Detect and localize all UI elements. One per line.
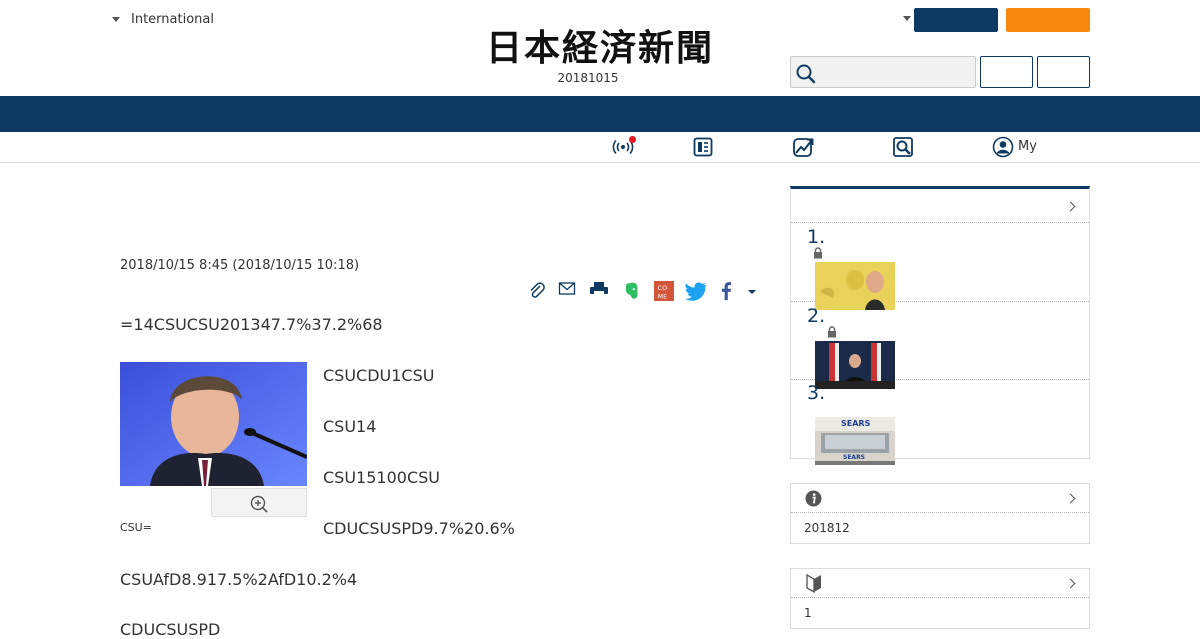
photo-caption: CSU= xyxy=(120,521,152,534)
site-logo[interactable]: 日本経済新聞 xyxy=(452,28,748,68)
ranking-item[interactable]: 2. xyxy=(791,302,1089,389)
twitter-icon[interactable] xyxy=(685,281,707,301)
search-icon[interactable] xyxy=(892,136,914,158)
chevron-right-icon xyxy=(1065,493,1076,504)
zoom-in-icon xyxy=(250,495,268,513)
comemo-icon[interactable]: CO ME xyxy=(653,281,675,301)
ranking-header[interactable] xyxy=(791,189,1089,223)
article-paragraph: CSU14 xyxy=(323,417,377,436)
article-paragraph: CSUAfD8.917.5%2AfD10.2%4 xyxy=(120,570,358,589)
live-indicator-dot xyxy=(629,136,636,143)
ranking-item[interactable]: 3. SEARS SEARS xyxy=(791,380,1089,465)
evernote-icon[interactable] xyxy=(622,281,642,301)
user-icon[interactable] xyxy=(992,136,1014,158)
photo-zoom-button[interactable] xyxy=(211,488,307,517)
chevron-right-icon xyxy=(1065,201,1076,212)
ranking-number: 1. xyxy=(807,226,826,248)
svg-text:SEARS: SEARS xyxy=(841,419,871,428)
login-button[interactable] xyxy=(914,8,998,32)
beginner-mark-icon xyxy=(806,574,821,593)
edition-label: International xyxy=(131,12,214,27)
svg-text:ME: ME xyxy=(658,293,668,300)
header-button-2[interactable] xyxy=(1037,56,1090,88)
print-icon[interactable] xyxy=(589,281,609,301)
subscribe-button[interactable] xyxy=(1006,8,1090,32)
search-icon xyxy=(796,64,816,84)
site-header: International 日本経済新聞 20181015 xyxy=(0,0,1200,96)
chevron-down-icon xyxy=(112,17,120,22)
notice-body: 201812 xyxy=(804,521,850,535)
ranking-number: 3. xyxy=(807,382,826,404)
facebook-icon[interactable] xyxy=(717,281,735,301)
article-paragraph: CSUCDU1CSU xyxy=(323,366,435,385)
beginner-guide-header[interactable] xyxy=(791,569,1089,598)
main-navbar xyxy=(0,96,1200,132)
article-paragraph: CSU15100CSU xyxy=(323,468,440,487)
edition-selector[interactable]: International xyxy=(112,12,214,27)
chevron-down-icon[interactable] xyxy=(903,16,911,21)
svg-text:SEARS: SEARS xyxy=(843,454,865,461)
paper-icon[interactable] xyxy=(692,136,714,158)
mail-icon[interactable] xyxy=(558,281,576,301)
sears-storefront-image: SEARS SEARS xyxy=(815,417,895,465)
article-dateline: 2018/10/15 8:45 (2018/10/15 10:18) xyxy=(120,258,360,273)
logo-date: 20181015 xyxy=(557,71,619,85)
chart-icon[interactable] xyxy=(792,136,814,158)
ranking-box: 1. 2. 3. SEARS SEARS xyxy=(790,186,1090,465)
lock-icon xyxy=(828,326,836,338)
beginner-guide-body: 1 xyxy=(804,606,812,620)
search-input[interactable] xyxy=(790,56,976,88)
lock-icon xyxy=(814,247,822,259)
article-photo[interactable] xyxy=(120,362,307,486)
header-button-1[interactable] xyxy=(980,56,1033,88)
notice-box[interactable]: 201812 xyxy=(790,483,1090,544)
chevron-right-icon xyxy=(1065,578,1076,589)
info-icon xyxy=(805,490,822,507)
article-lead: =14CSUCSU201347.7%37.2%68 xyxy=(120,315,383,334)
ranking-number: 2. xyxy=(807,305,826,327)
clip-icon[interactable] xyxy=(528,281,546,301)
notice-header[interactable] xyxy=(791,484,1089,513)
politician-photo-image xyxy=(120,362,307,486)
more-caret-icon[interactable] xyxy=(746,281,758,301)
svg-text:CO: CO xyxy=(658,285,667,292)
beginner-guide-box[interactable]: 1 xyxy=(790,568,1090,629)
ranking-item[interactable]: 1. xyxy=(791,223,1089,310)
article-paragraph: CDUCSUSPD9.7%20.6% xyxy=(323,519,515,538)
my-page-link[interactable]: My xyxy=(1018,139,1037,154)
logo-text: 日本経済新聞 xyxy=(485,27,714,69)
ranking-thumbnail: SEARS SEARS xyxy=(815,417,895,465)
